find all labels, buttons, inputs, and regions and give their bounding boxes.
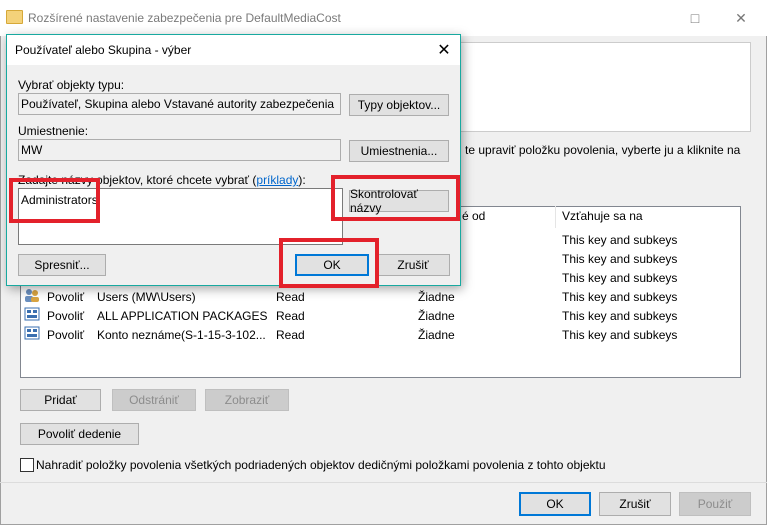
- divider: [0, 482, 767, 483]
- column-divider: [555, 206, 556, 228]
- row-inherited: Žiadne: [418, 309, 455, 323]
- packages-icon: [24, 307, 40, 321]
- row-access: Read: [276, 290, 305, 304]
- locations-button[interactable]: Umiestnenia...: [349, 140, 449, 162]
- names-label: Zadajte názvy objektov, ktoré chcete vyb…: [18, 173, 306, 187]
- owner-panel: [460, 42, 751, 132]
- object-names-value: Administrators: [21, 193, 98, 207]
- row-access: Read: [276, 309, 305, 323]
- row-inherited: Žiadne: [418, 290, 455, 304]
- apply-button[interactable]: Použiť: [679, 492, 751, 516]
- location-label: Umiestnenie:: [18, 124, 89, 138]
- location-field: MW: [18, 139, 341, 161]
- column-header-applies-to[interactable]: Vzťahuje sa na: [562, 209, 643, 223]
- row-type: Povoliť: [47, 290, 85, 304]
- examples-link[interactable]: príklady: [256, 173, 298, 187]
- dialog-cancel-button[interactable]: Zrušiť: [376, 254, 450, 276]
- close-icon[interactable]: ✕: [718, 0, 764, 36]
- row-access: Read: [276, 328, 305, 342]
- ok-button[interactable]: OK: [519, 492, 591, 516]
- users-group-icon: [25, 289, 39, 302]
- replace-child-permissions-label: Nahradiť položky povolenia všetkých podr…: [36, 458, 606, 472]
- row-applies-to: This key and subkeys: [562, 309, 678, 323]
- dialog-title: Používateľ alebo Skupina - výber: [15, 43, 192, 57]
- advanced-button[interactable]: Spresniť...: [18, 254, 106, 276]
- row-applies-to: This key and subkeys: [562, 328, 678, 342]
- object-names-input[interactable]: Administrators: [18, 188, 343, 245]
- row-applies-to: This key and subkeys: [562, 233, 678, 247]
- packages-icon: [24, 326, 40, 340]
- window-title: Rozšírené nastavenie zabezpečenia pre De…: [28, 11, 341, 25]
- folder-icon: [6, 10, 23, 24]
- replace-child-permissions-checkbox[interactable]: [20, 458, 34, 472]
- remove-button[interactable]: Odstrániť: [112, 389, 196, 411]
- row-applies-to: This key and subkeys: [562, 290, 678, 304]
- add-button[interactable]: Pridať: [20, 389, 101, 411]
- row-inherited: Žiadne: [418, 328, 455, 342]
- object-types-button[interactable]: Typy objektov...: [349, 94, 449, 116]
- enable-inheritance-button[interactable]: Povoliť dedenie: [20, 423, 139, 445]
- row-type: Povoliť: [47, 309, 85, 323]
- object-types-label: Vybrať objekty typu:: [18, 78, 125, 92]
- object-types-field: Používateľ, Skupina alebo Vstavané autor…: [18, 93, 341, 115]
- close-icon[interactable]: ✕: [432, 39, 456, 61]
- names-label-text: Zadajte názvy objektov, ktoré chcete vyb…: [18, 173, 257, 187]
- row-principal: Konto neznáme(S-1-15-3-102...: [97, 328, 266, 342]
- row-type: Povoliť: [47, 328, 85, 342]
- row-principal: Users (MW\Users): [97, 290, 196, 304]
- dialog-ok-button[interactable]: OK: [295, 254, 369, 276]
- names-label-suffix: ):: [298, 173, 306, 187]
- cancel-button[interactable]: Zrušiť: [599, 492, 671, 516]
- row-principal: ALL APPLICATION PACKAGES: [97, 309, 268, 323]
- minimize-icon[interactable]: □: [672, 0, 718, 36]
- instructions-text: te upraviť položku povolenia, vyberte ju…: [465, 143, 741, 157]
- row-applies-to: This key and subkeys: [562, 271, 678, 285]
- check-names-button[interactable]: Skontrolovať názvy: [349, 187, 449, 215]
- view-button[interactable]: Zobraziť: [205, 389, 289, 411]
- select-users-dialog: Používateľ alebo Skupina - výber ✕ Vybra…: [6, 34, 461, 286]
- column-header-inherited[interactable]: é od: [462, 209, 485, 223]
- row-applies-to: This key and subkeys: [562, 252, 678, 266]
